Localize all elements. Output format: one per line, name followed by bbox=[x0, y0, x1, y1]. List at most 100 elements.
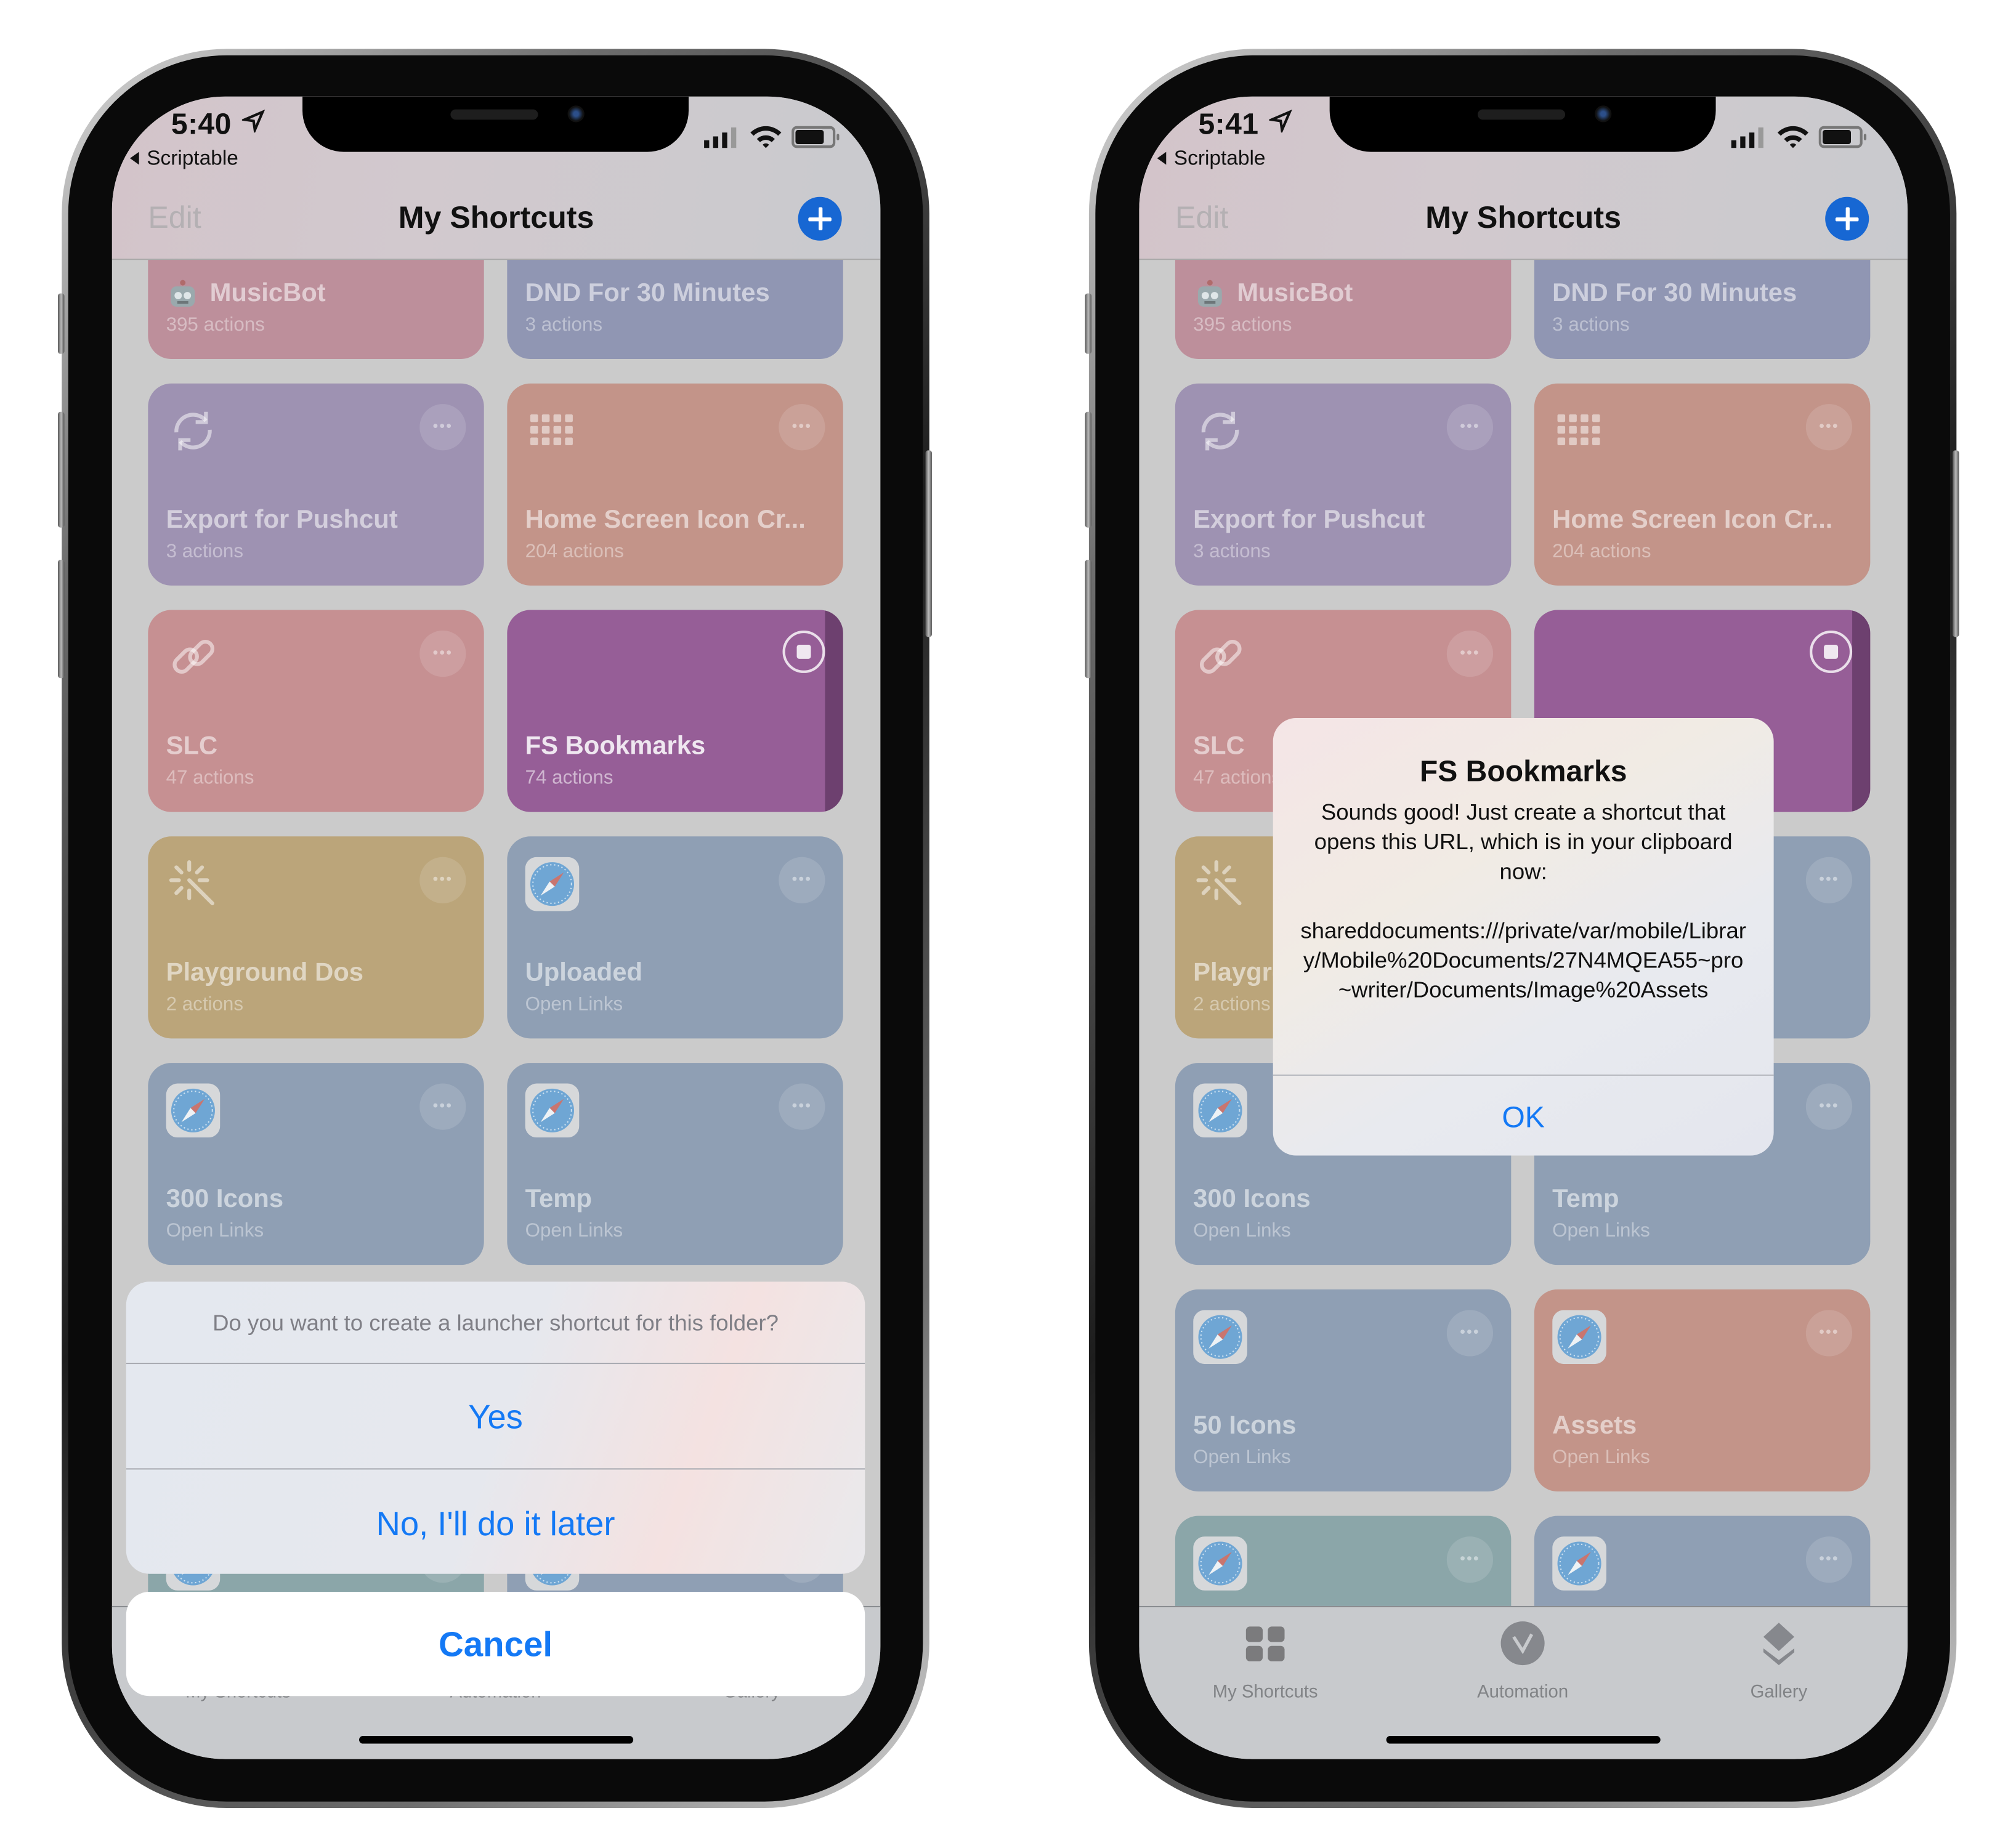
action-sheet: Do you want to create a launcher shortcu… bbox=[126, 1281, 865, 1574]
shortcut-name: Home Screen Icon Cr... bbox=[525, 506, 806, 535]
more-options-button[interactable]: ••• bbox=[419, 857, 466, 903]
shortcut-subtitle: 3 actions bbox=[166, 540, 244, 563]
wifi-icon bbox=[749, 124, 782, 156]
shortcut-subtitle: Open Links bbox=[525, 993, 623, 1015]
back-to-app-link[interactable]: Scriptable bbox=[130, 148, 238, 171]
signal-icon bbox=[1731, 127, 1768, 155]
home-indicator[interactable] bbox=[359, 1736, 634, 1744]
more-options-button[interactable]: ••• bbox=[1805, 857, 1853, 903]
shortcut-name: SLC bbox=[1193, 732, 1245, 761]
shortcut-tile[interactable]: FS Bookmarks 74 actions bbox=[507, 610, 843, 812]
shortcut-name: SLC bbox=[166, 732, 218, 761]
stop-icon bbox=[1824, 644, 1839, 659]
shortcut-tile[interactable]: ••• SLC 47 actions bbox=[148, 610, 484, 812]
shortcut-name: Playground Dos bbox=[166, 958, 364, 987]
shortcut-tile[interactable]: ••• Playground Dos 2 actions bbox=[148, 836, 484, 1039]
more-options-button[interactable]: ••• bbox=[1805, 1536, 1853, 1583]
shortcut-subtitle: Open Links bbox=[525, 1220, 623, 1242]
shortcut-subtitle: Open Links bbox=[1552, 1220, 1650, 1242]
shortcut-subtitle: Open Links bbox=[1193, 1220, 1291, 1242]
stage: 5:40 Scriptable Edit My Shortcuts MusicBot 39… bbox=[0, 0, 2008, 1848]
battery-level bbox=[1823, 130, 1851, 145]
more-options-button[interactable]: ••• bbox=[779, 404, 825, 451]
more-options-button[interactable]: ••• bbox=[1446, 1536, 1494, 1583]
yes-button[interactable]: Yes bbox=[126, 1363, 865, 1470]
phone-frame: 5:41 Scriptable Edit My Shortcuts MusicBot 39… bbox=[1085, 49, 1959, 1809]
shortcut-tile[interactable]: ••• Uploaded Open Links bbox=[507, 836, 843, 1039]
shortcut-name: Assets bbox=[1552, 1411, 1637, 1440]
shortcut-subtitle: 3 actions bbox=[1552, 313, 1630, 336]
more-options-button[interactable]: ••• bbox=[1446, 1310, 1494, 1357]
shortcut-tile[interactable]: ••• 300 Icons Open Links bbox=[148, 1063, 484, 1265]
status-bar: 5:40 Scriptable bbox=[112, 97, 881, 174]
more-options-button[interactable]: ••• bbox=[1446, 404, 1494, 451]
safari-icon bbox=[525, 857, 580, 911]
more-options-button[interactable]: ••• bbox=[419, 630, 466, 677]
shortcut-tile[interactable]: ••• Export for Pushcut 3 actions bbox=[148, 383, 484, 586]
shortcut-tile[interactable]: ••• Temp Open Links bbox=[507, 1063, 843, 1265]
shortcut-subtitle: Open Links bbox=[1552, 1446, 1650, 1469]
tab-my-shortcuts[interactable]: My Shortcuts bbox=[1162, 1620, 1368, 1701]
tab-label: Automation bbox=[1477, 1681, 1569, 1701]
cancel-button[interactable]: Cancel bbox=[126, 1591, 865, 1697]
power-button bbox=[925, 450, 932, 637]
tab-automation[interactable]: Automation bbox=[1420, 1620, 1625, 1701]
back-app-label: Scriptable bbox=[1173, 148, 1266, 170]
more-options-button[interactable]: ••• bbox=[1446, 630, 1494, 677]
more-options-button[interactable]: ••• bbox=[1805, 404, 1853, 451]
later-button[interactable]: No, I'll do it later bbox=[126, 1469, 865, 1573]
tab-gallery[interactable]: Gallery bbox=[1676, 1620, 1882, 1701]
shortcut-name: Temp bbox=[1552, 1185, 1619, 1214]
home-indicator[interactable] bbox=[1386, 1736, 1661, 1744]
safari-icon bbox=[1552, 1536, 1606, 1591]
shortcut-tile[interactable]: ••• Export for Pushcut 3 actions bbox=[1175, 383, 1512, 586]
shortcut-name: Export for Pushcut bbox=[166, 506, 398, 535]
battery-tip bbox=[836, 134, 840, 140]
alert-body: Sounds good! Just create a shortcut that… bbox=[1314, 799, 1733, 884]
more-options-button[interactable]: ••• bbox=[419, 404, 466, 451]
more-options-button[interactable]: ••• bbox=[1805, 1310, 1853, 1357]
status-time: 5:41 bbox=[1198, 107, 1259, 140]
more-options-button[interactable]: ••• bbox=[1805, 1083, 1853, 1130]
shortcut-subtitle: 204 actions bbox=[525, 540, 624, 563]
page-title: My Shortcuts bbox=[1425, 200, 1621, 236]
shortcut-tile[interactable]: ••• Assets Open Links bbox=[1534, 1289, 1871, 1491]
shortcut-name: DND For 30 Minutes bbox=[1552, 279, 1797, 308]
shortcut-tile[interactable]: ••• Home Screen Icon Cr... 204 actions bbox=[507, 383, 843, 586]
shortcut-name: FS Bookmarks bbox=[525, 732, 706, 761]
screen: 5:41 Scriptable Edit My Shortcuts MusicBot 39… bbox=[1139, 96, 1908, 1759]
safari-icon bbox=[1193, 1310, 1247, 1365]
stop-button[interactable] bbox=[782, 630, 825, 673]
safari-icon bbox=[1193, 1083, 1247, 1138]
status-bar: 5:41 Scriptable bbox=[1139, 97, 1908, 174]
layers-icon bbox=[1676, 1620, 1882, 1673]
ok-button[interactable]: OK bbox=[1273, 1074, 1774, 1156]
shortcut-subtitle: 204 actions bbox=[1552, 540, 1651, 563]
stop-button[interactable] bbox=[1810, 630, 1853, 673]
shortcut-tile[interactable]: ••• 50 Icons Open Links bbox=[1175, 1289, 1512, 1491]
safari-icon bbox=[1193, 1536, 1247, 1591]
shortcut-name: 50 Icons bbox=[1193, 1411, 1297, 1440]
more-options-button[interactable]: ••• bbox=[419, 1083, 466, 1130]
more-options-button[interactable]: ••• bbox=[779, 857, 825, 903]
more-options-button[interactable]: ••• bbox=[779, 1083, 825, 1130]
link-icon bbox=[166, 631, 221, 685]
shortcut-name: Export for Pushcut bbox=[1193, 506, 1425, 535]
alert-dialog: FS Bookmarks Sounds good! Just create a s… bbox=[1273, 718, 1774, 1156]
add-shortcut-button[interactable] bbox=[798, 196, 842, 241]
side-button bbox=[58, 560, 65, 679]
wifi-icon bbox=[1776, 124, 1810, 156]
phone-frame: 5:40 Scriptable Edit My Shortcuts MusicBot 39… bbox=[58, 49, 932, 1809]
tab-label: Gallery bbox=[1750, 1681, 1808, 1701]
shortcut-tile[interactable]: ••• Home Screen Icon Cr... 204 actions bbox=[1534, 383, 1871, 586]
shortcut-name: 300 Icons bbox=[1193, 1185, 1311, 1214]
shortcut-name: Temp bbox=[525, 1185, 592, 1214]
link-icon bbox=[1193, 631, 1247, 685]
shortcut-subtitle: 2 actions bbox=[1193, 993, 1271, 1015]
action-sheet-message: Do you want to create a launcher shortcu… bbox=[126, 1281, 865, 1365]
shortcut-name: Home Screen Icon Cr... bbox=[1552, 506, 1833, 535]
clock-check-icon bbox=[1420, 1620, 1625, 1673]
add-shortcut-button[interactable] bbox=[1825, 196, 1869, 241]
back-to-app-link[interactable]: Scriptable bbox=[1157, 148, 1266, 171]
shortcut-name: Uploaded bbox=[525, 958, 643, 987]
